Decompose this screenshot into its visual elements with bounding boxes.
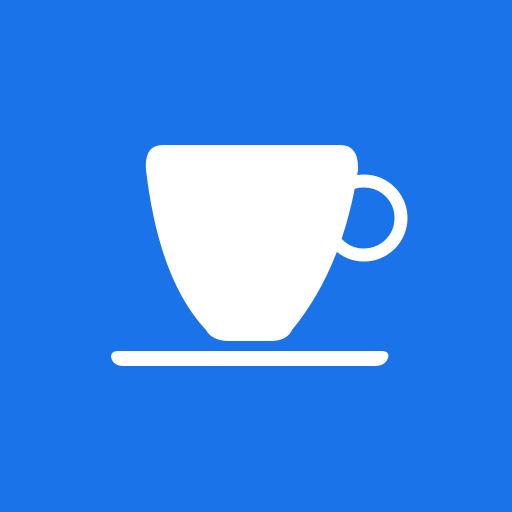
- saucer: [111, 351, 389, 366]
- app-icon: [0, 0, 512, 512]
- coffee-cup-icon: [0, 0, 512, 512]
